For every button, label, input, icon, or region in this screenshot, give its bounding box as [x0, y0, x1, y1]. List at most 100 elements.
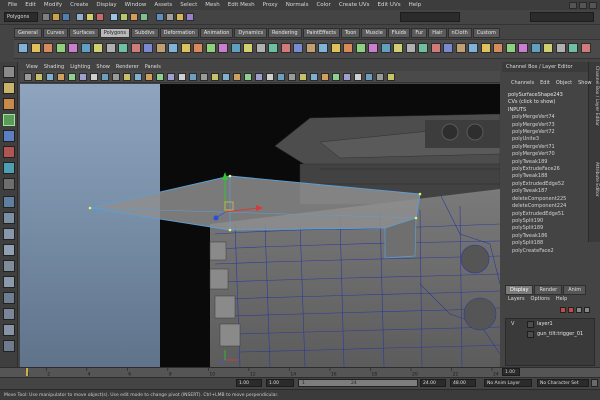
- input-node[interactable]: polySplit189: [502, 225, 588, 232]
- menu-select[interactable]: Select: [176, 2, 201, 8]
- manipulator-tool-icon[interactable]: [3, 162, 15, 174]
- shelf-tool-icon[interactable]: [305, 43, 316, 53]
- snap-plane-icon[interactable]: [140, 13, 148, 21]
- shelf-tool-icon[interactable]: [405, 43, 416, 53]
- layer-visibility[interactable]: V: [511, 320, 514, 329]
- shelf-tool-icon[interactable]: [355, 43, 366, 53]
- menu-create-uvs[interactable]: Create UVs: [335, 2, 374, 8]
- panel-tool-icon[interactable]: [112, 73, 120, 81]
- shelf-tool-icon[interactable]: [493, 43, 503, 53]
- layout-icon-2[interactable]: [3, 292, 15, 304]
- layout-hypershade-icon[interactable]: [3, 260, 15, 272]
- panel-tool-icon[interactable]: [288, 73, 296, 81]
- menu-window[interactable]: Window: [121, 2, 151, 8]
- shelf-tool-icon[interactable]: [543, 43, 553, 53]
- menu-modify[interactable]: Modify: [40, 2, 66, 8]
- input-node[interactable]: polyTweak187: [502, 188, 588, 195]
- shelf-tab-custom[interactable]: Custom: [472, 28, 500, 38]
- render-icon[interactable]: [166, 13, 174, 21]
- shelf-tool-icon[interactable]: [480, 43, 491, 53]
- move-layer-down-icon[interactable]: [584, 307, 590, 313]
- options-menu[interactable]: Options: [528, 296, 553, 302]
- layer-type-box[interactable]: [527, 331, 534, 338]
- shelf-tool-icon[interactable]: [330, 43, 341, 53]
- character-set-dropdown[interactable]: No Character Set: [537, 379, 589, 387]
- shelf-tab-subdivs[interactable]: Subdivs: [131, 28, 159, 38]
- shelf-tab-rendering[interactable]: Rendering: [268, 28, 302, 38]
- shelf-tool-icon[interactable]: [218, 43, 228, 53]
- shelf-tool-icon[interactable]: [230, 43, 241, 53]
- shelf-tool-icon[interactable]: [93, 43, 103, 53]
- input-node[interactable]: polyExtrudeFace26: [502, 166, 588, 173]
- ipr-render-icon[interactable]: [176, 13, 184, 21]
- shelf-tool-icon[interactable]: [568, 43, 578, 53]
- layout-icon-3[interactable]: [3, 308, 15, 320]
- panel-tool-icon[interactable]: [343, 73, 351, 81]
- shelf-tab-fluids[interactable]: Fluids: [387, 28, 411, 38]
- layout-icon[interactable]: [3, 276, 15, 288]
- shelf-tool-icon[interactable]: [293, 43, 303, 53]
- shelf-tab-hair[interactable]: Hair: [428, 28, 447, 38]
- move-tool-icon[interactable]: [3, 114, 15, 126]
- shelf-tab-painteffects[interactable]: PaintEffects: [302, 28, 340, 38]
- input-node[interactable]: polyTweak186: [502, 233, 588, 240]
- shelf-tool-icon[interactable]: [318, 43, 328, 53]
- shelf-tool-icon[interactable]: [380, 43, 391, 53]
- shelf-tool-icon[interactable]: [180, 43, 191, 53]
- panel-tool-icon[interactable]: [46, 73, 54, 81]
- input-node[interactable]: polyCreateFace2: [502, 248, 588, 255]
- edit-menu[interactable]: Edit: [537, 80, 553, 90]
- shelf-tab-dynamics[interactable]: Dynamics: [234, 28, 268, 38]
- panel-tool-icon[interactable]: [134, 73, 142, 81]
- help-menu[interactable]: Help: [553, 296, 570, 302]
- tab-display[interactable]: Display: [505, 285, 534, 295]
- shelf-tool-icon[interactable]: [80, 43, 91, 53]
- layout-single-icon[interactable]: [3, 196, 15, 208]
- panel-tool-icon[interactable]: [145, 73, 153, 81]
- layout-four-icon[interactable]: [3, 212, 15, 224]
- shelf-tool-icon[interactable]: [255, 43, 266, 53]
- new-layer-selected-icon[interactable]: [568, 307, 574, 313]
- panel-tool-icon[interactable]: [299, 73, 307, 81]
- menu-file[interactable]: File: [4, 2, 21, 8]
- shelf-tab-ncloth[interactable]: nCloth: [447, 28, 472, 38]
- panel-tool-icon[interactable]: [189, 73, 197, 81]
- menu-normals[interactable]: Normals: [282, 2, 313, 8]
- panel-tool-icon[interactable]: [156, 73, 164, 81]
- layout-icon-4[interactable]: [3, 324, 15, 336]
- menu-color[interactable]: Color: [312, 2, 334, 8]
- side-tab-channel-box[interactable]: Channel Box / Layer Editor: [594, 66, 599, 126]
- menu-create[interactable]: Create: [66, 2, 92, 8]
- shelf-tool-icon[interactable]: [55, 43, 66, 53]
- input-node[interactable]: deleteComponent224: [502, 203, 588, 210]
- shelf-tool-icon[interactable]: [455, 43, 466, 53]
- menu-display[interactable]: Display: [92, 2, 120, 8]
- panel-tool-icon[interactable]: [35, 73, 43, 81]
- end-time-field[interactable]: 48.00: [450, 379, 476, 387]
- shelf-tool-icon[interactable]: [530, 43, 541, 53]
- tab-render[interactable]: Render: [534, 285, 563, 295]
- panel-tool-icon[interactable]: [376, 73, 384, 81]
- shelf-tool-icon[interactable]: [418, 43, 428, 53]
- shelf-tool-icon[interactable]: [155, 43, 166, 53]
- shelf-tab-fur[interactable]: Fur: [411, 28, 428, 38]
- panel-tool-icon[interactable]: [101, 73, 109, 81]
- shelf-tab-toon[interactable]: Toon: [340, 28, 361, 38]
- current-time-field[interactable]: 1.00: [502, 368, 520, 376]
- shelf-tool-icon[interactable]: [555, 43, 566, 53]
- move-layer-up-icon[interactable]: [576, 307, 582, 313]
- shelf-tab-surfaces[interactable]: Surfaces: [69, 28, 99, 38]
- shelf-tool-icon[interactable]: [268, 43, 278, 53]
- anim-layer-dropdown[interactable]: No Anim Layer: [484, 379, 532, 387]
- layers-menu[interactable]: Layers: [505, 296, 528, 302]
- shelf-tool-icon[interactable]: [130, 43, 141, 53]
- open-scene-icon[interactable]: [52, 13, 60, 21]
- panel-menu-view[interactable]: View: [23, 64, 41, 70]
- input-node[interactable]: polyTweak188: [502, 173, 588, 180]
- input-node[interactable]: polySplit188: [502, 240, 588, 247]
- layer-row[interactable]: V layer1: [505, 320, 595, 329]
- tab-anim[interactable]: Anim: [563, 285, 587, 295]
- menu-proxy[interactable]: Proxy: [259, 2, 282, 8]
- panel-tool-icon[interactable]: [310, 73, 318, 81]
- panel-tool-icon[interactable]: [222, 73, 230, 81]
